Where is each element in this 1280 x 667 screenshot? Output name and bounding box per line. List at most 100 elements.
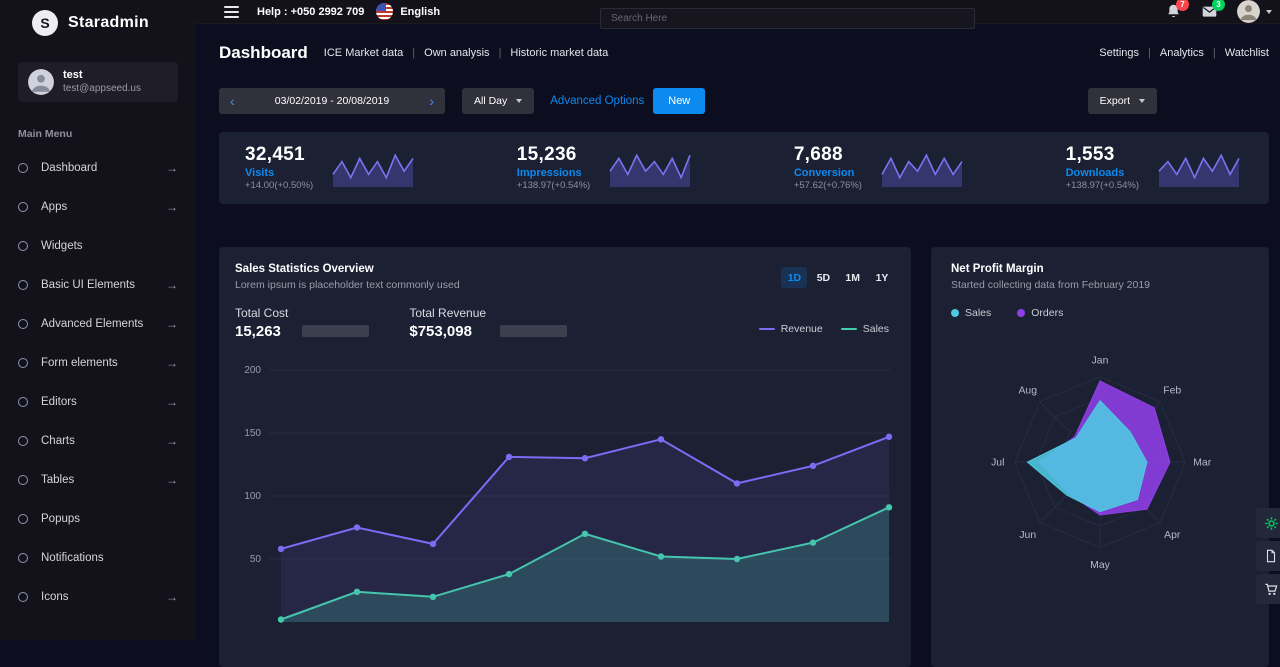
sidebar-item-label: Editors — [41, 395, 77, 408]
stat-label: Conversion — [793, 167, 855, 180]
content: Dashboard ICE Market data | Own analysis | H… — [196, 24, 1280, 667]
stat-change: +138.97(+0.54%) — [1065, 179, 1139, 191]
sidebar-item-widgets[interactable]: Widgets — [0, 226, 196, 265]
profile-email: test@appseed.us — [63, 82, 141, 94]
sidebar-item-popups[interactable]: Popups — [0, 499, 196, 538]
advanced-options-link[interactable]: Advanced Options — [550, 95, 644, 107]
sales-statistics-panel: Sales Statistics Overview Lorem ipsum is… — [219, 247, 911, 667]
radar-panel-title: Net Profit Margin — [951, 263, 1044, 275]
sidebar-item-basic-ui-elements[interactable]: Basic UI Elements → — [0, 265, 196, 304]
brand[interactable]: S Staradmin — [0, 0, 196, 46]
svg-text:Feb: Feb — [1163, 385, 1181, 396]
date-range-picker[interactable]: ‹ 03/02/2019 - 20/08/2019 › — [219, 88, 445, 114]
sidebar-item-apps[interactable]: Apps → — [0, 187, 196, 226]
language-selector[interactable]: English — [400, 6, 440, 18]
messages-button[interactable]: 3 — [1201, 0, 1225, 20]
new-button[interactable]: New — [653, 88, 706, 114]
us-flag-icon[interactable] — [376, 3, 394, 20]
page-subnav: ICE Market data | Own analysis | Historic ma… — [324, 47, 608, 59]
export-dropdown[interactable]: Export — [1087, 88, 1157, 114]
user-menu[interactable] — [1237, 0, 1272, 23]
chevron-right-icon: → — [166, 355, 178, 370]
cart-fab-button[interactable] — [1256, 574, 1280, 604]
sidebar-item-label: Icons — [41, 590, 69, 603]
stat-info: 32,451 Visits +14.00(+0.50%) — [245, 144, 313, 191]
range-tab-5d[interactable]: 5D — [810, 267, 836, 288]
chevron-right-icon: → — [166, 394, 178, 409]
legend-swatch — [840, 328, 857, 330]
page-title: Dashboard — [219, 43, 308, 62]
chevron-right-icon[interactable]: › — [429, 94, 434, 108]
totals-row: Total Cost 15,263 Total Revenue $753,098… — [235, 306, 895, 340]
notifications-button[interactable]: 7 — [1165, 0, 1189, 20]
menu-bullet-icon — [18, 552, 28, 563]
sidebar-item-label: Form elements — [41, 356, 118, 369]
stat-info: 1,553 Downloads +138.97(+0.54%) — [1066, 144, 1139, 191]
total-cost-label: Total Cost — [235, 306, 289, 320]
sidebar-item-editors[interactable]: Editors → — [0, 382, 196, 421]
subnav-historic-market-data[interactable]: Historic market data — [510, 47, 608, 59]
chevron-left-icon[interactable]: ‹ — [230, 94, 235, 108]
stat-sparkline — [881, 153, 963, 187]
sidebar-menu: Dashboard → Apps → Widgets Basic UI Elements →… — [0, 148, 196, 640]
separator: | — [1148, 47, 1151, 59]
topbar-actions: 7 3 — [1165, 0, 1272, 23]
range-tab-1m[interactable]: 1M — [839, 267, 866, 288]
sidebar-item-icons[interactable]: Icons → — [0, 577, 196, 616]
stat-info: 15,236 Impressions +138.97(+0.54%) — [517, 144, 590, 191]
profile-card[interactable]: test test@appseed.us — [18, 62, 178, 102]
menu-bullet-icon — [18, 240, 28, 251]
chevron-right-icon: → — [166, 199, 178, 214]
chevron-down-icon — [1139, 99, 1145, 103]
quicklink-watchlist[interactable]: Watchlist — [1225, 47, 1269, 59]
sidebar-item-label: Notifications — [41, 551, 104, 564]
gear-icon — [1264, 516, 1278, 530]
sales-panel-header: Sales Statistics Overview Lorem ipsum is… — [235, 263, 895, 291]
svg-text:Jan: Jan — [1092, 355, 1109, 366]
range-tab-1y[interactable]: 1Y — [869, 267, 895, 288]
search-input[interactable] — [600, 8, 975, 29]
sidebar-item-label: Popups — [41, 512, 81, 525]
sidebar-item-charts[interactable]: Charts → — [0, 421, 196, 460]
brand-logo-icon: S — [32, 10, 58, 36]
sales-panel-title: Sales Statistics Overview — [235, 263, 374, 275]
stat-label: Impressions — [516, 167, 582, 180]
subnav-own-analysis[interactable]: Own analysis — [424, 47, 489, 59]
sidebar-item-dashboard[interactable]: Dashboard → — [0, 148, 196, 187]
settings-fab-button[interactable] — [1256, 508, 1280, 538]
separator: | — [412, 47, 416, 59]
sidebar-item-notifications[interactable]: Notifications — [0, 538, 196, 577]
sales-line-chart: 50 100 150 200 — [244, 365, 893, 623]
quicklink-analytics[interactable]: Analytics — [1160, 47, 1204, 59]
sidebar-item-label: Basic UI Elements — [41, 278, 135, 291]
quick-actions — [1256, 508, 1280, 604]
subnav-ice-market-data[interactable]: ICE Market data — [324, 47, 403, 59]
user-avatar — [28, 69, 54, 95]
stat-value: 1,553 — [1065, 144, 1115, 166]
controls-bar: ‹ 03/02/2019 - 20/08/2019 › All Day Adva… — [219, 88, 1269, 114]
user-avatar-small — [1237, 0, 1260, 23]
sidebar-item-tables[interactable]: Tables → — [0, 460, 196, 499]
page-header: Dashboard ICE Market data | Own analysis | H… — [219, 36, 1269, 70]
document-fab-button[interactable] — [1256, 541, 1280, 571]
sidebar-item-form-elements[interactable]: Form elements → — [0, 343, 196, 382]
legend-label: Sales — [862, 323, 889, 335]
quicklink-settings[interactable]: Settings — [1099, 47, 1139, 59]
stat-change: +57.62(+0.76%) — [793, 179, 862, 191]
svg-text:50: 50 — [250, 554, 262, 565]
day-filter-dropdown[interactable]: All Day — [462, 88, 535, 114]
stats-panel: 32,451 Visits +14.00(+0.50%) 15,236 Impressi… — [219, 132, 1269, 204]
stat-card-visits: 32,451 Visits +14.00(+0.50%) — [245, 144, 417, 191]
sidebar-item-advanced-elements[interactable]: Advanced Elements → — [0, 304, 196, 343]
stat-change: +138.97(+0.54%) — [516, 179, 591, 191]
menu-bullet-icon — [18, 357, 28, 368]
menu-bullet-icon — [18, 435, 28, 446]
radar-chart: Jan Feb Mar Apr May Jun Jul Aug — [991, 355, 1212, 570]
range-tab-1d[interactable]: 1D — [781, 267, 808, 288]
total-revenue-bar — [500, 325, 568, 337]
total-cost-value: 15,263 — [235, 323, 281, 340]
sidebar-item-label: Advanced Elements — [41, 317, 144, 330]
menu-toggle-button[interactable] — [224, 5, 239, 18]
cart-icon — [1264, 583, 1278, 595]
menu-bullet-icon — [18, 591, 28, 602]
